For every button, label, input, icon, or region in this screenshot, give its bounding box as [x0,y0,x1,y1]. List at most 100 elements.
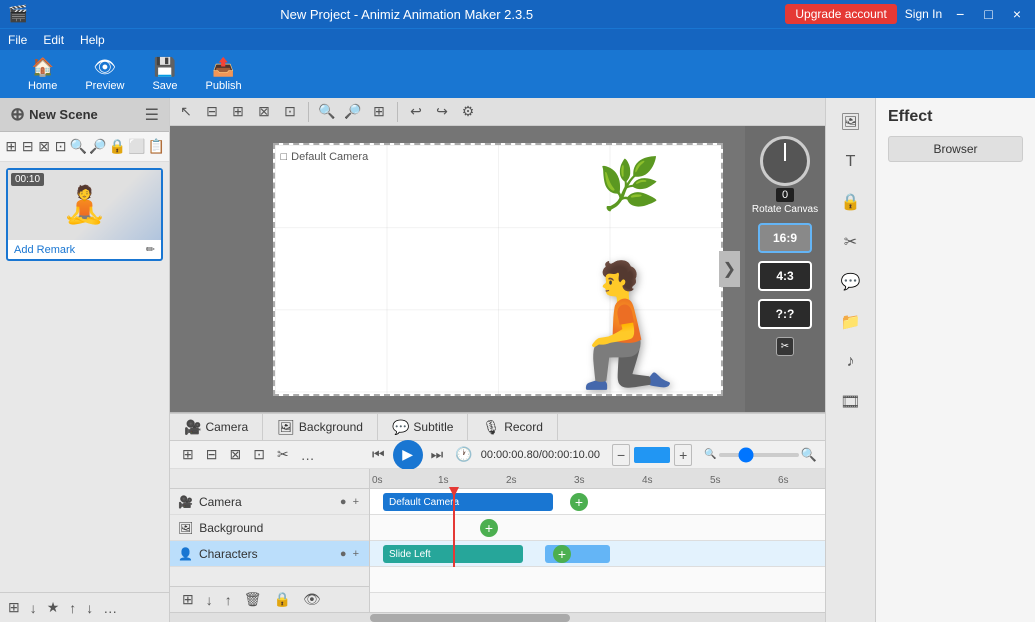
undo-icon[interactable]: ↩ [404,100,428,124]
add-remark-button[interactable]: Add Remark [14,244,75,256]
aspect-16-9-button[interactable]: 16:9 [758,223,812,253]
rp-film-button[interactable]: 🎞 [833,384,869,420]
lock-layer-button[interactable]: 🔒 [270,589,295,610]
rp-image-button[interactable]: 🖼 [833,104,869,140]
effect-browser-button[interactable]: Browser [888,136,1023,162]
add-scene-button[interactable]: ⊕ New Scene [10,104,98,125]
search-icon[interactable]: 🔍 [70,135,87,159]
rp-bubble-button[interactable]: 💬 [833,264,869,300]
rp-music-button[interactable]: ♪ [833,344,869,380]
playhead[interactable] [453,489,455,567]
camera-track-dot-button[interactable]: ● [338,495,349,509]
timeline-scrollbar[interactable] [170,612,825,622]
add-track-button[interactable]: ⊞ [4,597,24,618]
rotate-label: Rotate Canvas [752,204,818,215]
move-up-button[interactable]: ↑ [65,597,80,618]
distribute-icon[interactable]: ⊠ [252,100,276,124]
tracks-content: Default Camera + + Slide Left + [370,489,825,593]
filter-button[interactable]: ⊟ [202,444,222,465]
aspect-custom-button[interactable]: ?:? [758,299,812,329]
menu-help[interactable]: Help [80,33,105,47]
canvas-area: ↖ ⊟ ⊞ ⊠ ⊡ 🔍 🔎 ⊞ ↩ ↪ ⚙ □ Default Camera � [170,98,825,622]
play-button[interactable]: ▶ [393,440,423,470]
minimize-button[interactable]: − [950,4,970,24]
zoom-out2-icon[interactable]: 🔎 [341,100,365,124]
menu-file[interactable]: File [8,33,27,47]
upgrade-button[interactable]: Upgrade account [785,4,896,24]
zoom-out-icon[interactable]: 🔎 [89,135,106,159]
redo-icon[interactable]: ↪ [430,100,454,124]
characters-add-keyframe-button[interactable]: + [553,545,571,563]
scroll-right-button[interactable]: ❯ [719,251,740,287]
rp-lock-button[interactable]: 🔒 [833,184,869,220]
home-button[interactable]: 🏠 Home [16,53,69,96]
visibility-button[interactable]: 👁 [299,589,325,610]
menu-edit[interactable]: Edit [43,33,64,47]
rotate-dial[interactable] [760,136,810,186]
camera-add-keyframe-button[interactable]: + [570,493,588,511]
rp-effects-button[interactable]: ✂ [833,224,869,260]
move-down2-button[interactable]: ↓ [82,597,97,618]
tab-background[interactable]: 🖼 Background [263,414,378,440]
delete-layer-button[interactable]: 🗑 [240,589,266,610]
add-keyframe-ctrl-button[interactable]: ⊞ [178,444,198,465]
tab-camera[interactable]: 🎥 Camera [170,414,263,440]
tab-record[interactable]: 🎙 Record [468,414,557,440]
signin-button[interactable]: Sign In [905,7,942,21]
clock-icon: 🕐 [455,446,472,463]
skip-start-button[interactable]: ⏮ [368,444,389,465]
star-button[interactable]: ★ [43,597,64,618]
tab-subtitle[interactable]: 💬 Subtitle [378,414,468,440]
scene-list-icon[interactable]: ☰ [145,105,159,125]
close-button[interactable]: × [1007,4,1027,24]
canvas-toolbar: ↖ ⊟ ⊞ ⊠ ⊡ 🔍 🔎 ⊞ ↩ ↪ ⚙ [170,98,825,126]
distribute-tl-button[interactable]: ⊡ [249,444,269,465]
settings-icon[interactable]: ⚙ [456,100,480,124]
duration-input[interactable]: 00:10 [634,447,670,463]
zoom-slider[interactable] [719,453,799,457]
aspect-4-3-button[interactable]: 4:3 [758,261,812,291]
add-layer-button[interactable]: ⊞ [178,589,198,610]
crop-button[interactable]: ✂ [776,337,794,356]
align-left-icon[interactable]: ⊟ [20,135,34,159]
skip-end-button[interactable]: ⏭ [427,444,448,465]
background-add-keyframe-button[interactable]: + [480,519,498,537]
characters-track-add-button[interactable]: + [351,547,361,561]
bottom-section: 🎥 Camera 🖼 Background 💬 Subtitle 🎙 Recor… [170,412,825,622]
lock-icon[interactable]: 🔒 [109,135,126,159]
fit-icon[interactable]: ⊞ [4,135,18,159]
rp-text-button[interactable]: T [833,144,869,180]
characters-track-dot-button[interactable]: ● [338,547,349,561]
more-button[interactable]: … [99,597,121,618]
rp-folder-button[interactable]: 📁 [833,304,869,340]
paste-icon[interactable]: 📋 [148,135,165,159]
align-tl-button[interactable]: ⊠ [225,444,245,465]
grid-icon[interactable]: ⊡ [53,135,67,159]
align-vcenter-icon[interactable]: ⊞ [226,100,250,124]
preview-button[interactable]: 👁 Preview [73,53,136,96]
move-down-button[interactable]: ↓ [26,597,41,618]
zoom-in-tl-button[interactable]: + [674,444,692,466]
align-icon[interactable]: ⊡ [278,100,302,124]
cursor-icon[interactable]: ↖ [174,100,198,124]
canvas-frame[interactable]: □ Default Camera 🌿 🧎 [273,143,723,396]
more-tl-button[interactable]: … [297,445,319,465]
align-center-icon[interactable]: ⊠ [37,135,51,159]
edit-remark-icon[interactable]: ✏ [146,243,155,256]
scene-item[interactable]: 00:10 🧘 Add Remark ✏ [6,168,163,261]
camera-clip-default[interactable]: Default Camera [383,493,553,511]
trim-button[interactable]: ✂ [273,444,293,465]
camera-track-add-button[interactable]: + [351,495,361,509]
save-button[interactable]: 💾 Save [140,53,189,96]
time-ruler: 0s 1s 2s 3s 4s 5s 6s 7s 8s 9s 10s [370,469,825,489]
maximize-button[interactable]: □ [978,4,998,24]
publish-button[interactable]: 📤 Publish [194,53,254,96]
scrollbar-thumb[interactable] [370,614,570,622]
align-hcenter-icon[interactable]: ⊟ [200,100,224,124]
fit-screen-icon[interactable]: ⊞ [367,100,391,124]
zoom-in-icon[interactable]: 🔍 [315,100,339,124]
zoom-out-tl-button[interactable]: − [612,444,630,466]
copy-icon[interactable]: ⬜ [128,135,145,159]
move-layer-down-button[interactable]: ↓ [202,590,217,610]
move-layer-up-button[interactable]: ↑ [221,590,236,610]
